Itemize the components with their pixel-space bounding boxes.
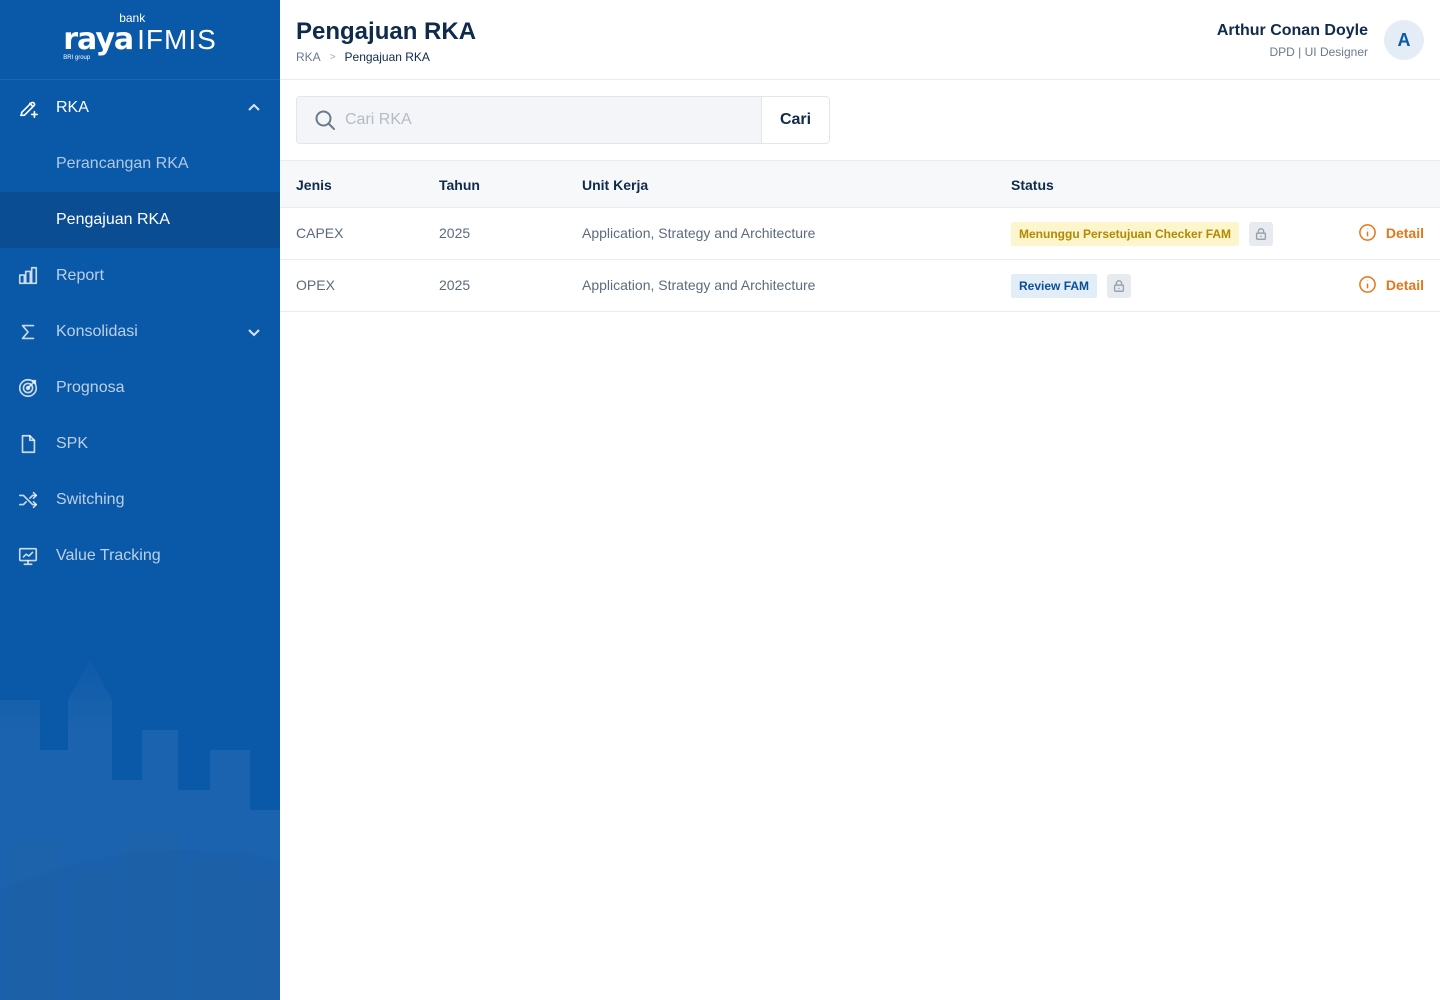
file-icon: [16, 432, 40, 456]
user-info[interactable]: Arthur Conan Doyle DPD | UI Designer: [1217, 22, 1368, 59]
sidebar-item-rka[interactable]: RKA: [0, 80, 280, 136]
sigma-icon: [16, 320, 40, 344]
user-name: Arthur Conan Doyle: [1216, 22, 1368, 39]
info-icon: [1359, 224, 1376, 241]
status-badge: Menunggu Persetujuan Checker FAM: [1011, 222, 1240, 246]
detail-button[interactable]: Detail: [1358, 223, 1424, 242]
target-icon: [16, 376, 40, 400]
page-title: Pengajuan RKA: [296, 18, 477, 45]
sidebar-item-label: Prognosa: [56, 379, 125, 396]
chevron-up-icon[interactable]: [246, 100, 262, 116]
city-skyline-illustration: [0, 640, 280, 1000]
sidebar: bank raya IFMIS BRI group RKA Perancanga…: [0, 0, 280, 1000]
sidebar-item-label: Report: [56, 267, 105, 284]
sidebar-item-switching[interactable]: Switching: [0, 472, 280, 528]
sidebar-item-label: Konsolidasi: [56, 323, 138, 340]
detail-button[interactable]: Detail: [1358, 275, 1424, 294]
edit-plus-icon: [16, 96, 40, 120]
breadcrumb-separator: >: [329, 51, 336, 63]
sidebar-item-report[interactable]: Report: [0, 248, 280, 304]
search-icon: [315, 110, 335, 130]
column-header-tahun: Tahun: [439, 177, 480, 193]
cell-status: Review FAM: [1011, 274, 1132, 298]
search-button[interactable]: Cari: [761, 97, 829, 143]
table-row: CAPEX 2025 Application, Strategy and Arc…: [280, 208, 1440, 260]
lock-icon: [1249, 222, 1274, 246]
sidebar-subitem-label: Pengajuan RKA: [56, 211, 170, 228]
chevron-down-icon[interactable]: [246, 324, 262, 340]
logo-product-text: IFMIS: [137, 23, 217, 55]
page-header: Pengajuan RKA RKA > Pengajuan RKA Arthur…: [280, 0, 1440, 80]
breadcrumb-current: Pengajuan RKA: [344, 50, 430, 64]
column-header-jenis: Jenis: [296, 177, 332, 193]
detail-label: Detail: [1385, 224, 1424, 241]
cell-jenis: OPEX: [296, 277, 335, 293]
column-header-status: Status: [1011, 177, 1054, 193]
sidebar-item-value-tracking[interactable]: Value Tracking: [0, 528, 280, 584]
cell-status: Menunggu Persetujuan Checker FAM: [1011, 222, 1274, 246]
cell-tahun: 2025: [439, 277, 471, 293]
cell-jenis: CAPEX: [296, 225, 344, 241]
status-badge: Review FAM: [1011, 274, 1098, 298]
rka-table: Jenis Tahun Unit Kerja Status CAPEX 2025…: [280, 160, 1440, 312]
cell-tahun: 2025: [439, 225, 471, 241]
logo-group-text: BRI group: [63, 54, 91, 61]
table-row: OPEX 2025 Application, Strategy and Arch…: [280, 260, 1440, 312]
column-header-unit-kerja: Unit Kerja: [582, 177, 649, 193]
brand-logo[interactable]: bank raya IFMIS BRI group: [0, 0, 280, 80]
sidebar-item-label: RKA: [56, 99, 89, 116]
sidebar-item-spk[interactable]: SPK: [0, 416, 280, 472]
search-box: [297, 97, 761, 143]
cell-unit-kerja: Application, Strategy and Architecture: [582, 277, 816, 293]
sidebar-nav: RKA Perancangan RKA Pengajuan RKA Report…: [0, 80, 280, 584]
logo-bank-text: bank: [119, 10, 146, 25]
sidebar-item-label: Switching: [56, 491, 125, 508]
avatar[interactable]: A: [1384, 20, 1424, 60]
sidebar-subitem-label: Perancangan RKA: [56, 155, 189, 172]
sidebar-item-label: SPK: [56, 435, 89, 452]
search-bar: Cari: [296, 96, 830, 144]
bar-chart-icon: [16, 264, 40, 288]
sidebar-item-label: Value Tracking: [56, 547, 161, 564]
logo-raya-text: raya: [63, 21, 134, 57]
sidebar-item-konsolidasi[interactable]: Konsolidasi: [0, 304, 280, 360]
table-header: Jenis Tahun Unit Kerja Status: [280, 160, 1440, 208]
breadcrumb-item-rka[interactable]: RKA: [296, 50, 321, 64]
lock-icon: [1107, 274, 1132, 298]
shuffle-icon: [16, 488, 40, 512]
search-input[interactable]: [345, 111, 725, 129]
monitor-chart-icon: [16, 544, 40, 568]
cell-unit-kerja: Application, Strategy and Architecture: [582, 225, 816, 241]
sidebar-item-prognosa[interactable]: Prognosa: [0, 360, 280, 416]
detail-label: Detail: [1385, 276, 1424, 293]
info-icon: [1359, 276, 1376, 293]
logo: bank raya IFMIS BRI group: [63, 11, 217, 61]
breadcrumb: RKA > Pengajuan RKA: [296, 50, 430, 64]
sidebar-subitem-perancangan-rka[interactable]: Perancangan RKA: [0, 136, 280, 192]
user-role: DPD | UI Designer: [1269, 45, 1368, 59]
sidebar-subitem-pengajuan-rka[interactable]: Pengajuan RKA: [0, 192, 280, 248]
